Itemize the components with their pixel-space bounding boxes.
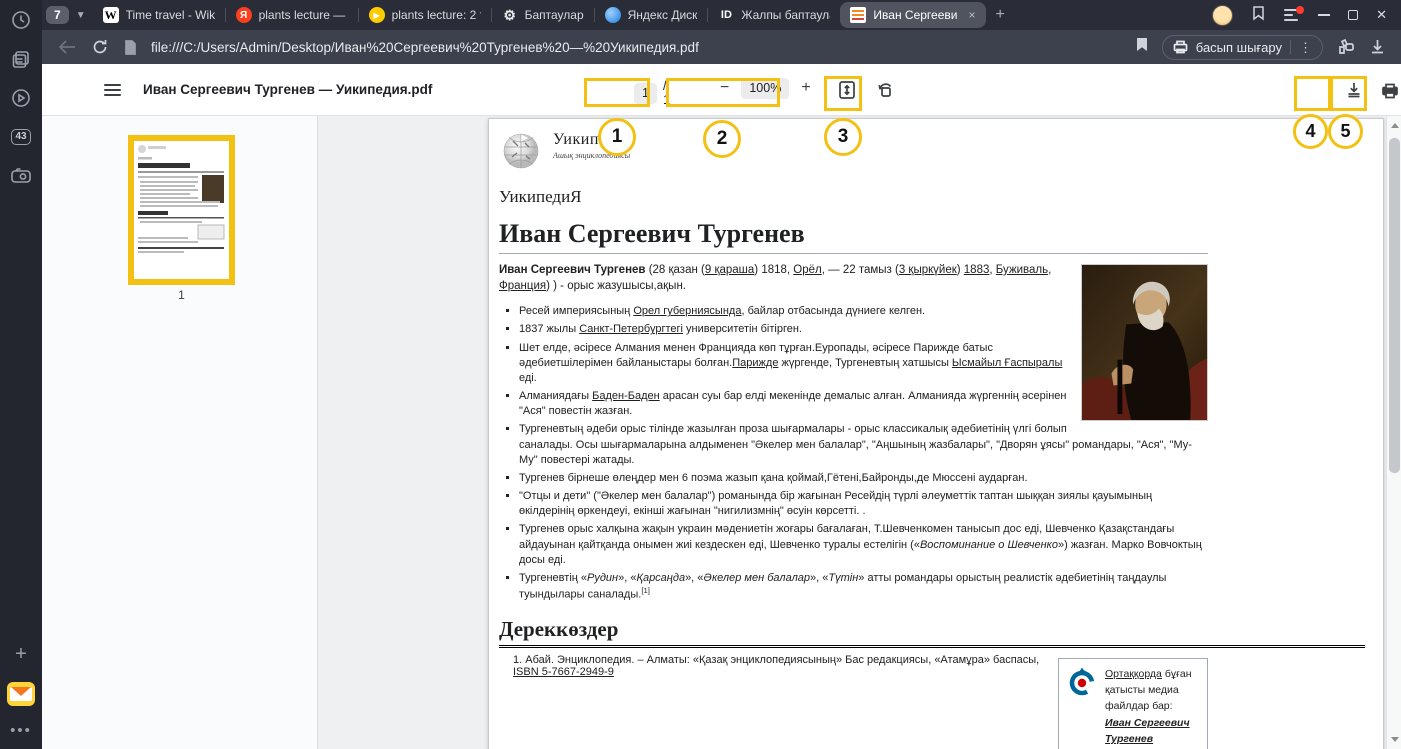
tab-count-value: 43 xyxy=(11,129,30,145)
new-tab-button[interactable]: + xyxy=(986,6,1015,24)
tab-yandex-disk[interactable]: Яндекс Диск xyxy=(595,0,708,30)
article-title: Иван Сергеевич Тургенев xyxy=(499,219,1208,254)
yandex-favicon: Я xyxy=(236,7,252,23)
scroll-up-arrow[interactable] xyxy=(1387,118,1401,133)
play-favicon: ▶ xyxy=(369,7,385,23)
tab-bar: 7 ▼ W Time travel - Wikip Я plants lectu… xyxy=(42,0,1401,30)
tab-counter-value: 7 xyxy=(46,6,69,24)
screenshot-icon[interactable] xyxy=(9,164,33,188)
pdf-page: УикипедиЯ Ашық энциклопедиясы УикипедиЯ … xyxy=(488,118,1384,749)
minimize-button[interactable] xyxy=(1318,14,1330,16)
reload-icon[interactable] xyxy=(92,39,108,55)
pdf-page-canvas: УикипедиЯ Ашық энциклопедиясы УикипедиЯ … xyxy=(318,116,1401,749)
back-icon[interactable] xyxy=(58,40,76,54)
yandex-mail-icon[interactable] xyxy=(7,682,35,706)
address-bar: file:///C:/Users/Admin/Desktop/Иван%20Се… xyxy=(42,30,1401,64)
restore-button[interactable] xyxy=(1348,10,1358,20)
tab-plants-lecture-video[interactable]: ▶ plants lecture: 2 ть xyxy=(359,0,491,30)
wikipedia-globe-logo xyxy=(499,131,543,171)
annotation-box-print xyxy=(1330,76,1367,111)
callout-2: 2 xyxy=(703,120,741,158)
fact-item: "Отцы и дети" ("Әкелер мен балалар") ром… xyxy=(519,489,1208,519)
wikimedia-commons-logo xyxy=(1067,666,1097,698)
fact-item: Тургенев бірнеше өлеңдер мен 6 поэма жаз… xyxy=(519,471,1208,486)
print-page-label: басып шығару xyxy=(1196,40,1282,55)
tab-plants-lecture-search[interactable]: Я plants lecture — Я xyxy=(226,0,358,30)
tabs-panel-icon[interactable] xyxy=(9,47,33,71)
page-thumbnail-selected[interactable] xyxy=(128,135,235,285)
sidebar-add-icon[interactable]: + xyxy=(15,644,27,664)
pdf-menu-icon[interactable] xyxy=(104,84,121,96)
browser-menu-icon[interactable] xyxy=(1284,9,1300,21)
rotate-icon[interactable] xyxy=(873,78,897,102)
bookmark-icon[interactable] xyxy=(1136,37,1148,57)
annotation-box-rotate xyxy=(824,76,862,111)
vertical-scrollbar[interactable] xyxy=(1386,116,1401,749)
url-text[interactable]: file:///C:/Users/Admin/Desktop/Иван%20Се… xyxy=(151,40,1136,55)
callout-5: 5 xyxy=(1328,114,1363,149)
download-icon[interactable] xyxy=(1370,39,1385,55)
site-name: УикипедиЯ xyxy=(499,187,1208,207)
pdf-print-icon[interactable] xyxy=(1378,78,1401,102)
video-play-icon[interactable] xyxy=(9,86,33,110)
scroll-down-arrow[interactable] xyxy=(1387,732,1401,747)
close-window-button[interactable]: ✕ xyxy=(1376,7,1387,23)
pdf-document-title: Иван Сергеевич Тургенев — Уикипедия.pdf xyxy=(143,82,432,97)
scrollbar-thumb[interactable] xyxy=(1389,138,1400,473)
pdf-favicon xyxy=(850,7,866,23)
id-favicon: ID xyxy=(718,7,734,23)
zoom-in-button[interactable]: + xyxy=(799,77,812,99)
fact-item: Тургеневтың әдеби орыс тілінде жазылған … xyxy=(519,422,1208,468)
tab-turgenev-pdf-active[interactable]: Иван Сергееви × xyxy=(840,2,985,28)
close-tab-icon[interactable]: × xyxy=(968,8,975,22)
tab-settings[interactable]: ⚙ Баптаулар xyxy=(492,0,594,30)
print-options-icon[interactable]: ⋮ xyxy=(1299,41,1312,54)
commons-box-text[interactable]: Ортаққорда бұған қатысты медиа файлдар б… xyxy=(1105,666,1199,747)
collections-icon[interactable] xyxy=(1337,39,1356,55)
notification-dot xyxy=(1296,6,1304,14)
profile-avatar[interactable] xyxy=(1212,5,1233,26)
references-heading: Дереккөздер xyxy=(499,617,1365,648)
callout-4: 4 xyxy=(1293,114,1328,149)
printer-icon xyxy=(1173,40,1188,54)
pdf-viewer-area: 1 УикипедиЯ Ашық энциклопедиясы xyxy=(42,116,1401,749)
gear-favicon: ⚙ xyxy=(502,7,518,23)
sidebar-more-icon[interactable]: ••• xyxy=(10,722,32,739)
commons-box: Ортаққорда бұған қатысты медиа файлдар б… xyxy=(1058,658,1208,749)
window-controls-cluster: ✕ xyxy=(1212,5,1401,26)
sidebar-bottom: + ••• xyxy=(7,644,35,749)
annotation-box-page-counter xyxy=(584,78,650,107)
browser-sidebar: 43 + ••• xyxy=(0,0,42,749)
thumbnail-page-number: 1 xyxy=(128,288,235,302)
callout-1: 1 xyxy=(598,118,636,156)
tab-general-settings[interactable]: ID Жалпы баптаулар xyxy=(708,0,840,30)
bookmarks-flag-icon[interactable] xyxy=(1251,5,1266,26)
turgenev-portrait-image xyxy=(1081,264,1208,421)
tab-counter[interactable]: 7 ▼ xyxy=(46,6,93,24)
history-icon[interactable] xyxy=(9,8,33,32)
annotation-box-zoom-controls xyxy=(666,78,780,107)
file-icon xyxy=(124,40,137,55)
wikipedia-favicon: W xyxy=(103,7,119,23)
tab-count-badge[interactable]: 43 xyxy=(9,125,33,149)
tab-time-travel[interactable]: W Time travel - Wikip xyxy=(93,0,225,30)
thumbnail-panel: 1 xyxy=(42,116,318,749)
chevron-down-icon[interactable]: ▼ xyxy=(69,10,93,21)
yandex-disk-favicon xyxy=(605,7,621,23)
print-page-button[interactable]: басып шығару ⋮ xyxy=(1162,35,1323,60)
annotation-box-download xyxy=(1294,76,1331,111)
fact-item: Тургеневтің «Рудин», «Қарсаңда», «Әкелер… xyxy=(519,571,1208,603)
callout-3: 3 xyxy=(824,118,862,156)
fact-item: Тургенев орыс халқына жақын украин мәден… xyxy=(519,522,1208,568)
